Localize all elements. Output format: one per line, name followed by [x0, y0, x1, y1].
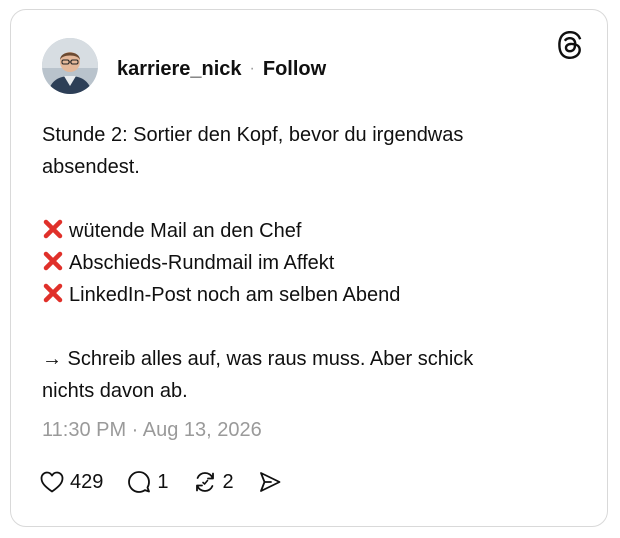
follow-button[interactable]: Follow [263, 58, 326, 81]
like-button[interactable]: 429 [40, 471, 103, 494]
share-button[interactable] [258, 471, 282, 493]
bullet-item: wütende Mail an den Chef [42, 215, 582, 247]
reply-button[interactable]: 1 [127, 470, 169, 494]
post-header: karriere_nick · Follow [117, 56, 326, 82]
username-link[interactable]: karriere_nick [117, 58, 242, 81]
avatar[interactable] [42, 38, 98, 94]
threads-logo-icon[interactable] [557, 30, 583, 60]
separator-dot: · [249, 60, 255, 77]
bullet-text: Abschieds-Rundmail im Affekt [69, 252, 335, 274]
bullet-item: Abschieds-Rundmail im Affekt [42, 247, 582, 279]
action-bar: 429 1 2 [40, 470, 306, 494]
repost-button[interactable]: 2 [193, 470, 234, 494]
post-card: karriere_nick · Follow Stunde 2: Sortier… [10, 9, 608, 527]
speech-bubble-icon [128, 471, 151, 493]
bullet-text: wütende Mail an den Chef [69, 220, 302, 242]
bullet-text: LinkedIn-Post noch am selben Abend [69, 284, 401, 306]
like-count: 429 [70, 470, 104, 493]
post-text-line: Stunde 2: Sortier den Kopf, bevor du irg… [42, 124, 464, 146]
repost-icon [195, 472, 214, 492]
cross-mark-icon [43, 219, 63, 239]
post-timestamp[interactable]: 11:30 PM · Aug 13, 2026 [42, 419, 262, 442]
post-text-line: absendest. [42, 156, 140, 178]
heart-icon [40, 471, 64, 493]
reply-count: 1 [157, 470, 169, 493]
repost-count: 2 [222, 470, 234, 493]
cross-mark-icon [43, 251, 63, 271]
bullet-item: LinkedIn-Post noch am selben Abend [42, 279, 582, 311]
post-text-line: nichts davon ab. [42, 380, 188, 402]
post-text-line: → Schreib alles auf, was raus muss. Aber… [42, 348, 474, 370]
send-icon [259, 472, 281, 492]
post-body: Stunde 2: Sortier den Kopf, bevor du irg… [42, 119, 582, 407]
cross-mark-icon [43, 283, 63, 303]
